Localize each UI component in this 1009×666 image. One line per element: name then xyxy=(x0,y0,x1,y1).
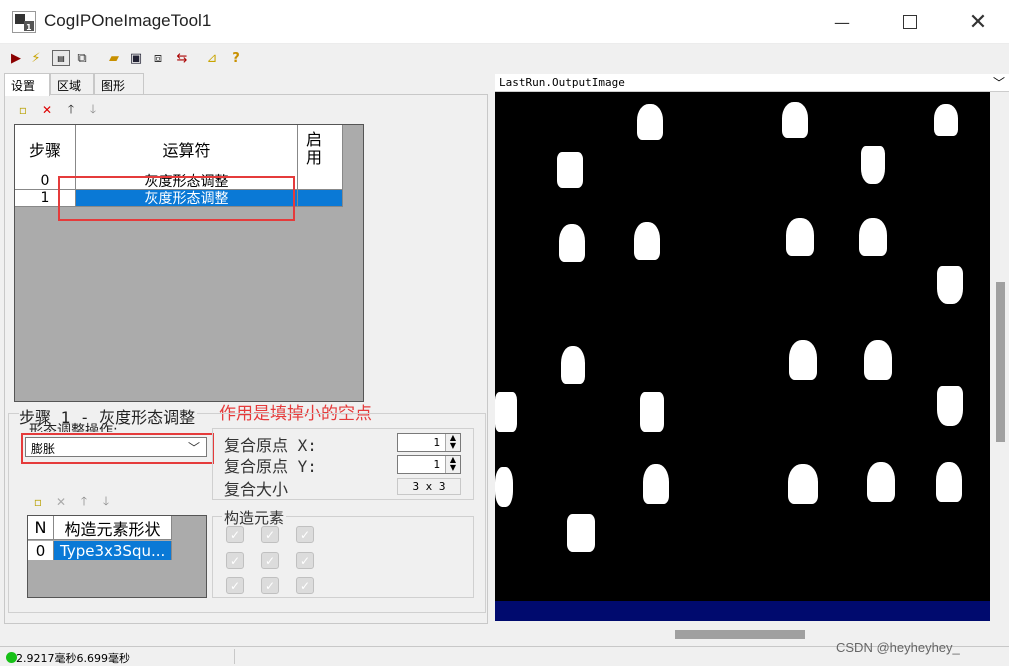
horizontal-scrollbar[interactable] xyxy=(495,622,990,640)
scrollbar-thumb[interactable] xyxy=(675,630,805,639)
arrow-down-icon[interactable]: 🡓 xyxy=(86,102,100,117)
save-icon[interactable]: ▣ xyxy=(128,50,144,66)
element-checkbox[interactable]: ✓ xyxy=(296,526,314,543)
arrow-down-icon[interactable]: 🡓 xyxy=(99,494,113,509)
measure-icon[interactable]: ⊿ xyxy=(204,50,220,66)
image-title: LastRun.OutputImage xyxy=(499,76,625,89)
element-checkbox[interactable]: ✓ xyxy=(226,526,244,543)
link-icon[interactable]: ⇆ xyxy=(174,50,190,66)
element-checkbox[interactable]: ✓ xyxy=(296,552,314,569)
delete-icon[interactable]: ✕ xyxy=(54,495,68,509)
composite-size-label: 复合大小 xyxy=(224,480,289,499)
column-header-step[interactable]: 步骤 xyxy=(15,125,76,173)
se-toolbar: ▫ ✕ 🡑 🡓 xyxy=(28,493,148,513)
toolbar: ▶ ⚡ ▤ ⧉ ▰ ▣ ⧈ ⇆ ⊿ ? xyxy=(0,44,1009,72)
spinner-arrows-icon[interactable]: ▲ ▼ xyxy=(445,456,460,473)
shape-cell[interactable]: Type3x3Squ... xyxy=(54,541,172,560)
spinner-arrows-icon[interactable]: ▲ ▼ xyxy=(445,434,460,451)
column-header-n[interactable]: N xyxy=(28,516,54,540)
element-checkbox[interactable]: ✓ xyxy=(261,526,279,543)
operators-toolbar: ▫ ✕ 🡑 🡓 xyxy=(12,101,362,121)
reset-icon[interactable]: ⧈ xyxy=(150,50,166,66)
structuring-element-group xyxy=(212,516,474,598)
structuring-element-title: 构造元素 xyxy=(222,507,287,528)
open-icon[interactable]: ▰ xyxy=(106,50,122,66)
element-checkbox[interactable]: ✓ xyxy=(226,552,244,569)
operation-value: 膨胀 xyxy=(31,442,56,456)
element-checkbox[interactable]: ✓ xyxy=(226,577,244,594)
composite-y-spinner[interactable]: 1 ▲ ▼ xyxy=(397,455,461,474)
element-checkbox[interactable]: ✓ xyxy=(261,552,279,569)
operation-label: 形态调整操作: xyxy=(29,423,118,432)
delete-icon[interactable]: ✕ xyxy=(40,103,54,117)
maximize-button[interactable] xyxy=(880,0,940,44)
annotation-box xyxy=(58,176,295,221)
show-train-icon[interactable]: ⧉ xyxy=(74,50,90,66)
show-last-run-icon[interactable]: ▤ xyxy=(52,50,70,66)
operators-grid: 步骤 运算符 启用 0 灰度形态调整 1 灰度形态调整 xyxy=(14,124,364,402)
vertical-scrollbar[interactable] xyxy=(990,92,1009,621)
structuring-element-grid: N 构造元素形状 0 Type3x3Squ... xyxy=(27,515,207,598)
enabled-cell[interactable] xyxy=(298,190,343,207)
chevron-down-icon[interactable]: ﹀ xyxy=(993,74,1005,91)
run-icon[interactable]: ▶ xyxy=(8,50,24,66)
output-image[interactable] xyxy=(495,92,990,621)
window-title: CogIPOneImageTool1 xyxy=(44,11,212,30)
minimize-button[interactable]: — xyxy=(812,0,872,44)
operation-dropdown[interactable]: 膨胀 ﹀ xyxy=(25,437,207,457)
status-text: 2.9217毫秒6.699毫秒 xyxy=(16,652,130,665)
n-cell: 0 xyxy=(28,541,54,560)
tab-graphics[interactable]: 图形 xyxy=(94,73,144,95)
title-bar: 1 CogIPOneImageTool1 — ✕ xyxy=(0,0,1009,44)
image-selector[interactable]: LastRun.OutputImage ﹀ xyxy=(495,74,1009,92)
electric-icon[interactable]: ⚡ xyxy=(28,50,44,66)
arrow-up-icon[interactable]: 🡑 xyxy=(77,494,91,509)
image-border-band xyxy=(495,601,990,621)
chevron-down-icon: ﹀ xyxy=(187,441,200,455)
column-header-operator[interactable]: 运算符 xyxy=(76,125,298,173)
column-header-shape[interactable]: 构造元素形状 xyxy=(54,516,172,540)
close-button[interactable]: ✕ xyxy=(948,0,1008,44)
composite-y-value: 1 xyxy=(433,458,440,471)
new-icon[interactable]: ▫ xyxy=(31,495,45,509)
element-checkbox[interactable]: ✓ xyxy=(296,577,314,594)
arrow-up-icon[interactable]: 🡑 xyxy=(64,102,78,117)
app-icon: 1 xyxy=(12,11,36,33)
watermark: CSDN @heyheyhey_ xyxy=(836,640,960,655)
tab-region[interactable]: 区域 xyxy=(50,73,94,95)
composite-y-label: 复合原点 Y: xyxy=(224,457,317,476)
column-header-enabled[interactable]: 启用 xyxy=(298,125,343,173)
composite-x-spinner[interactable]: 1 ▲ ▼ xyxy=(397,433,461,452)
enabled-cell[interactable] xyxy=(298,173,343,190)
grid-header: 步骤 运算符 启用 xyxy=(15,125,343,173)
composite-size-value: 3 x 3 xyxy=(397,478,461,495)
divider xyxy=(234,649,235,664)
element-checkbox[interactable]: ✓ xyxy=(261,577,279,594)
help-icon[interactable]: ? xyxy=(228,50,244,66)
scrollbar-thumb[interactable] xyxy=(996,282,1005,442)
new-icon[interactable]: ▫ xyxy=(16,103,30,117)
tab-settings[interactable]: 设置 xyxy=(4,73,50,96)
composite-x-value: 1 xyxy=(433,436,440,449)
